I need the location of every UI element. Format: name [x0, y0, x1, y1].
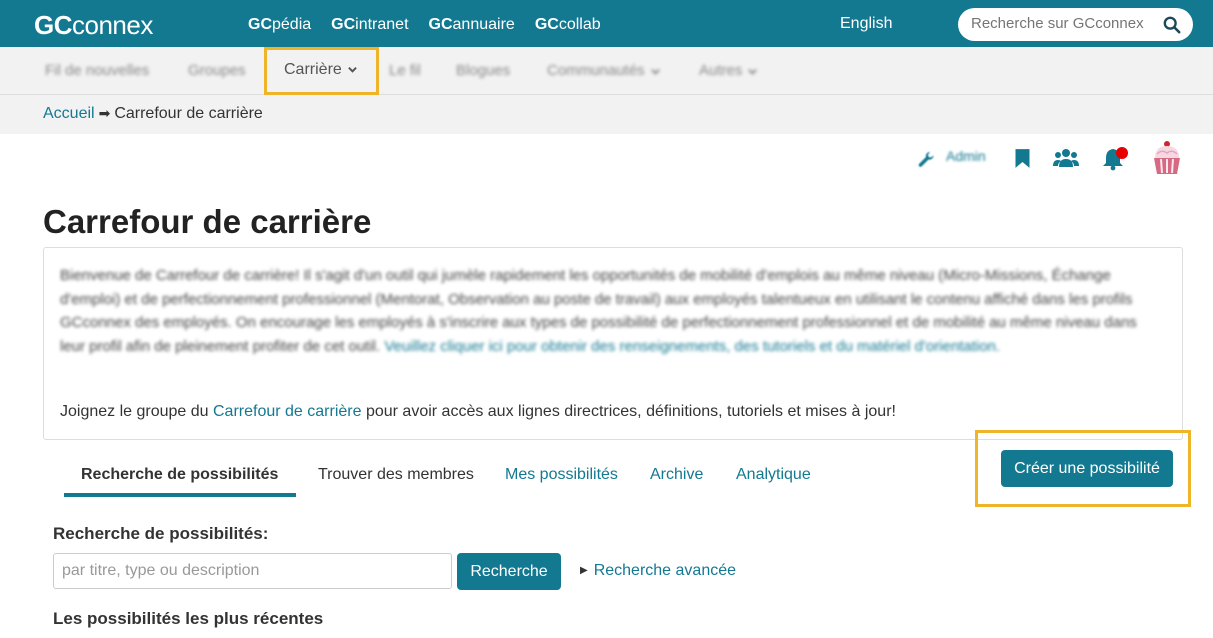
gcannuaire-link[interactable]: GCannuaire	[429, 16, 515, 34]
gccollab-link[interactable]: GCcollab	[535, 16, 601, 34]
caret-right-icon: ▶	[580, 565, 588, 576]
join-group-text: Joignez le groupe du Carrefour de carriè…	[60, 403, 896, 420]
advanced-search-link[interactable]: ▶ Recherche avancée	[580, 562, 736, 580]
nav-item-wire[interactable]: Le fil	[389, 62, 421, 79]
language-toggle[interactable]: English	[840, 15, 892, 33]
gc-tools-links: GCpédia GCintranet GCannuaire GCcollab	[248, 16, 601, 34]
top-bar: GCconnex GCpédia GCintranet GCannuaire G…	[0, 0, 1213, 47]
highlight-create-button	[975, 430, 1191, 507]
breadcrumb-current: Carrefour de carrière	[114, 105, 263, 122]
active-tab-indicator	[64, 493, 296, 497]
site-search	[958, 8, 1193, 41]
admin-link[interactable]: Admin	[946, 148, 986, 164]
intro-text: Bienvenue de Carrefour de carrière! Il s…	[60, 267, 1137, 355]
chevron-down-icon	[650, 68, 660, 75]
breadcrumb: Accueil ➡ Carrefour de carrière	[0, 95, 1213, 134]
gcconnex-logo[interactable]: GCconnex	[34, 10, 153, 41]
notifications-icon[interactable]	[1102, 145, 1130, 171]
search-section-label: Recherche de possibilités:	[53, 524, 269, 543]
nav-item-blogs[interactable]: Blogues	[456, 62, 510, 79]
nav-item-communities[interactable]: Communautés	[547, 62, 660, 79]
gcintranet-link[interactable]: GCintranet	[331, 16, 408, 34]
orientation-link[interactable]: Veuillez cliquer ici pour obtenir des re…	[384, 338, 1000, 355]
tab-search-opportunities[interactable]: Recherche de possibilités	[81, 466, 278, 484]
colleagues-icon[interactable]	[1053, 147, 1079, 169]
bookmark-icon[interactable]	[1014, 148, 1031, 169]
tab-analytics[interactable]: Analytique	[736, 466, 811, 484]
career-group-link[interactable]: Carrefour de carrière	[213, 403, 362, 420]
site-search-input[interactable]	[971, 15, 1161, 32]
nav-item-groups[interactable]: Groupes	[188, 62, 246, 79]
search-icon[interactable]	[1163, 16, 1181, 34]
wrench-icon[interactable]	[916, 150, 936, 170]
main-nav: Fil de nouvelles Groupes Carrière Le fil…	[0, 47, 1213, 95]
opportunity-search-input[interactable]	[53, 553, 452, 589]
breadcrumb-home[interactable]: Accueil	[43, 105, 95, 122]
advanced-search-label: Recherche avancée	[593, 562, 737, 579]
search-button[interactable]: Recherche	[457, 553, 561, 590]
intro-panel: Bienvenue de Carrefour de carrière! Il s…	[43, 247, 1183, 440]
nav-item-other[interactable]: Autres	[699, 62, 758, 79]
avatar[interactable]	[1151, 140, 1183, 178]
tab-my-opportunities[interactable]: Mes possibilités	[505, 466, 618, 484]
chevron-down-icon	[748, 68, 758, 75]
tab-find-members[interactable]: Trouver des membres	[318, 466, 474, 484]
page-title: Carrefour de carrière	[43, 203, 372, 240]
highlight-career-nav	[264, 47, 379, 95]
nav-item-newsfeed[interactable]: Fil de nouvelles	[45, 62, 149, 79]
tab-archive[interactable]: Archive	[650, 466, 703, 484]
arrow-right-icon: ➡	[98, 105, 111, 121]
recent-opportunities-heading: Les possibilités les plus récentes	[53, 609, 324, 628]
gcpedia-link[interactable]: GCpédia	[248, 16, 311, 34]
